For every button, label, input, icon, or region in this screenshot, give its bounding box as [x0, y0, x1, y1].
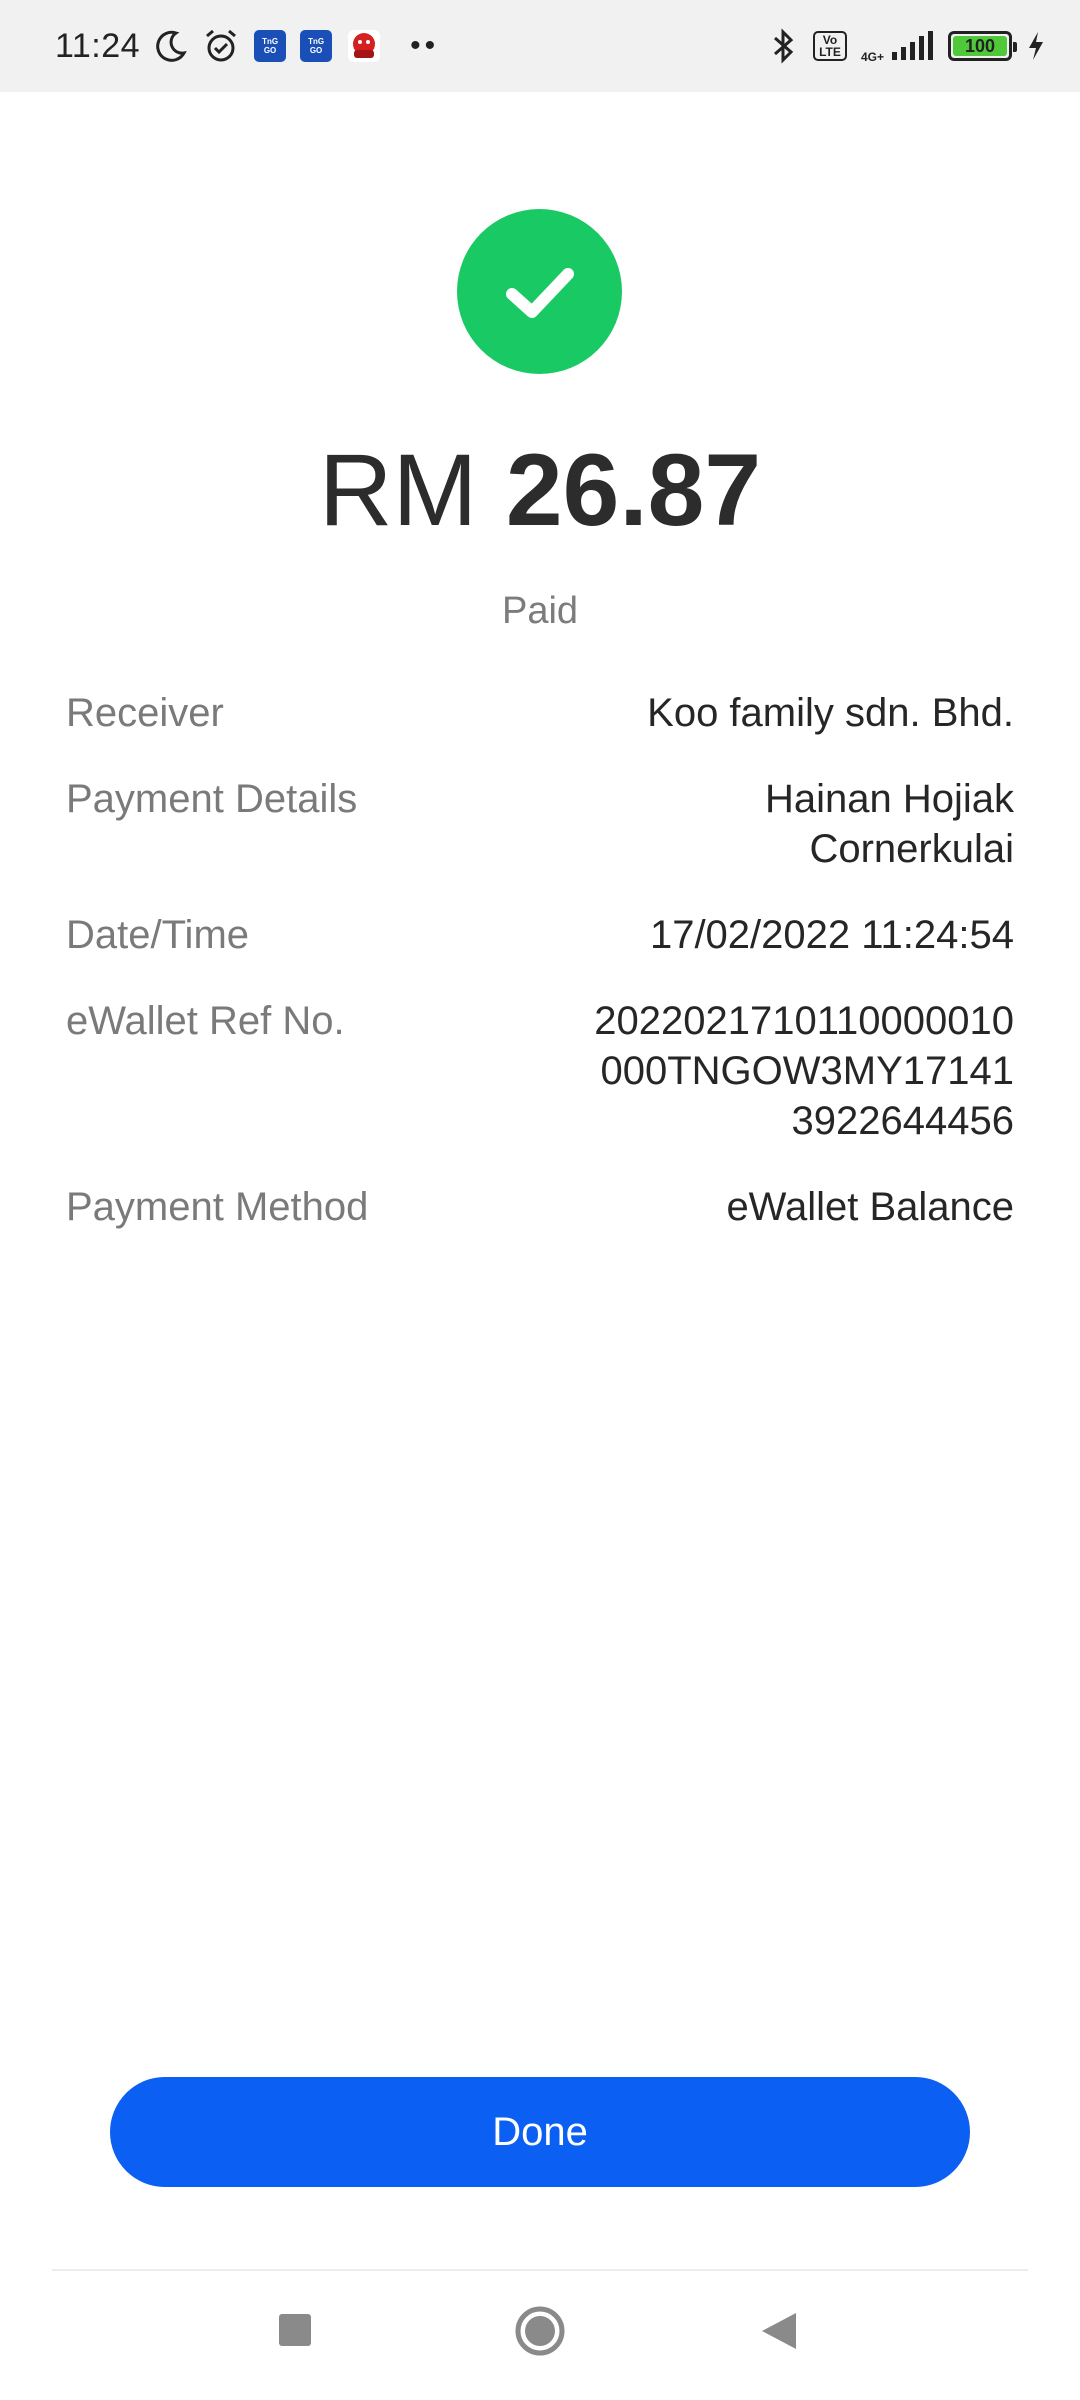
success-check-icon — [457, 209, 622, 374]
charging-icon — [1026, 30, 1046, 62]
detail-label: Receiver — [66, 691, 224, 735]
payment-status: Paid — [501, 590, 579, 632]
status-bar-right: Vo LTE 4G+ 100 — [769, 28, 1046, 64]
detail-label: Payment Method — [66, 1185, 369, 1229]
detail-label: Date/Time — [66, 913, 250, 957]
detail-row-ref-no: eWallet Ref No. 2022021710110000010 000T… — [66, 996, 1014, 1146]
game-app-icon — [346, 28, 382, 64]
more-notifications-indicator: •• — [410, 29, 440, 62]
detail-value: 2022021710110000010 000TNGOW3MY17141 392… — [594, 999, 1014, 1143]
detail-value: Hainan Hojiak Cornerkulai — [764, 777, 1014, 871]
system-navigation-bar — [0, 2290, 1080, 2380]
volte-icon: Vo LTE — [812, 31, 847, 61]
recents-button[interactable] — [277, 2312, 313, 2348]
detail-value: Koo family sdn. Bhd. — [647, 691, 1014, 735]
nav-divider — [52, 2269, 1028, 2271]
detail-value: 17/02/2022 11:24:54 — [649, 913, 1014, 957]
battery-icon: 100 — [948, 31, 1017, 61]
home-button[interactable] — [514, 2305, 566, 2357]
back-button[interactable] — [760, 2311, 798, 2351]
payment-amount: RM 26.87 — [0, 430, 1080, 550]
currency-label: RM — [318, 433, 478, 547]
touch-n-go-icon: TnG GO — [254, 30, 287, 62]
amount-value: 26.87 — [505, 433, 762, 547]
moon-icon — [154, 29, 188, 63]
status-bar-left: 11:24 TnG GO TnG GO •• — [55, 27, 439, 66]
battery-level: 100 — [953, 36, 1007, 56]
detail-label: eWallet Ref No. — [66, 999, 345, 1043]
network-type-label: 4G+ — [860, 50, 884, 64]
detail-row-payment-method: Payment Method eWallet Balance — [66, 1182, 1014, 1232]
done-button[interactable]: Done — [110, 2077, 970, 2187]
detail-row-receiver: Receiver Koo family sdn. Bhd. — [66, 688, 1014, 738]
alarm-icon — [202, 27, 240, 65]
transaction-details: Receiver Koo family sdn. Bhd. Payment De… — [66, 688, 1014, 1268]
detail-value: eWallet Balance — [726, 1185, 1014, 1229]
signal-strength-icon — [890, 30, 934, 62]
detail-row-payment-details: Payment Details Hainan Hojiak Cornerkula… — [66, 774, 1014, 874]
touch-n-go-icon: TnG GO — [300, 30, 333, 62]
payment-receipt-screen: 11:24 TnG GO TnG GO •• Vo LTE 4G+ 100 RM… — [0, 0, 1080, 2400]
bluetooth-icon — [769, 28, 799, 64]
status-bar: 11:24 TnG GO TnG GO •• Vo LTE 4G+ 100 — [0, 0, 1080, 92]
detail-label: Payment Details — [66, 777, 358, 821]
clock: 11:24 — [55, 26, 141, 65]
detail-row-date-time: Date/Time 17/02/2022 11:24:54 — [66, 910, 1014, 960]
